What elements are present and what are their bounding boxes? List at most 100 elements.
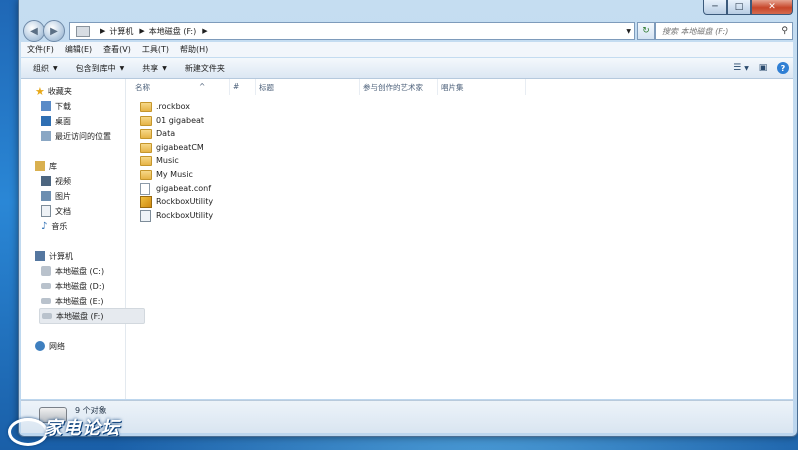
file-row[interactable]: gigabeatCM <box>140 141 204 154</box>
file-name: My Music <box>156 170 193 179</box>
nav-item-desktop[interactable]: 桌面 <box>41 114 125 128</box>
view-mode-button[interactable]: ☰ ▼ <box>733 61 749 75</box>
preview-pane-button[interactable]: ▣ <box>755 61 771 75</box>
file-row[interactable]: RockboxUtility <box>140 195 213 208</box>
computer-icon <box>35 251 45 261</box>
nav-network[interactable]: 网络 <box>35 339 125 353</box>
new-folder-label: 新建文件夹 <box>184 63 225 73</box>
search-icon[interactable]: ⚲ <box>781 26 788 36</box>
refresh-icon: ↻ <box>642 26 650 36</box>
drive-icon <box>41 298 51 304</box>
menu-tools[interactable]: 工具(T) <box>142 44 169 55</box>
menu-help[interactable]: 帮助(H) <box>180 44 208 55</box>
new-folder-button[interactable]: 新建文件夹 <box>185 63 225 74</box>
file-row[interactable]: My Music <box>140 168 193 181</box>
maximize-button[interactable]: □ <box>727 0 751 15</box>
music-icon: ♪ <box>41 220 48 232</box>
nav-item-downloads[interactable]: 下载 <box>41 99 125 113</box>
search-input[interactable] <box>660 25 776 37</box>
forward-arrow-icon: ▶ <box>50 25 58 37</box>
column-album[interactable]: 唱片集 <box>441 82 464 93</box>
column-divider[interactable] <box>359 79 360 95</box>
nav-item-drive-d[interactable]: 本地磁盘 (D:) <box>41 279 125 293</box>
forum-watermark: 家电论坛 <box>4 414 144 446</box>
nav-item-recent[interactable]: 最近访问的位置 <box>41 129 125 143</box>
column-artists[interactable]: 参与创作的艺术家 <box>363 82 423 93</box>
nav-item-videos[interactable]: 视频 <box>41 174 125 188</box>
column-divider[interactable] <box>229 79 230 95</box>
column-title[interactable]: 标题 <box>259 82 274 93</box>
menu-view[interactable]: 查看(V) <box>103 44 131 55</box>
column-header: ^ 名称 # 标题 参与创作的艺术家 唱片集 <box>129 79 793 96</box>
computer-icon <box>76 25 90 37</box>
documents-icon <box>41 205 51 217</box>
close-button[interactable]: ✕ <box>751 0 793 15</box>
address-bar[interactable]: ▶ 计算机 ▶ 本地磁盘 (F:) ▶ ▼ <box>69 22 635 40</box>
nav-item-label: 下载 <box>55 101 71 111</box>
drive-icon <box>41 266 51 276</box>
file-row[interactable]: Music <box>140 154 179 167</box>
column-number[interactable]: # <box>233 82 239 91</box>
file-name: gigabeatCM <box>156 143 204 152</box>
folder-icon <box>140 115 152 126</box>
folder-icon <box>140 169 152 180</box>
breadcrumb-separator-icon: ▶ <box>139 27 145 35</box>
nav-item-documents[interactable]: 文档 <box>41 204 125 218</box>
nav-favorites-label: 收藏夹 <box>47 86 72 96</box>
navigation-pane[interactable]: ★ 收藏夹 下载 桌面 最近访问的位置 库 视频 图片 文档 ♪ 音乐 计算机 本地… <box>21 79 145 399</box>
watermark-text: 家电论坛 <box>44 418 120 439</box>
column-name[interactable]: 名称 <box>135 82 150 93</box>
nav-item-drive-c[interactable]: 本地磁盘 (C:) <box>41 264 125 278</box>
file-list: ^ 名称 # 标题 参与创作的艺术家 唱片集 .rockbox 01 gigab… <box>129 79 793 399</box>
column-divider[interactable] <box>437 79 438 95</box>
breadcrumb-computer[interactable]: 计算机 <box>109 26 133 37</box>
chevron-down-icon: ▼ <box>744 64 749 72</box>
file-row[interactable]: RockboxUtility <box>140 209 213 222</box>
column-divider[interactable] <box>255 79 256 95</box>
nav-item-label: 文档 <box>55 206 71 216</box>
nav-network-label: 网络 <box>49 341 65 351</box>
nav-libraries[interactable]: 库 <box>35 159 125 173</box>
nav-computer[interactable]: 计算机 <box>35 249 125 263</box>
nav-item-drive-e[interactable]: 本地磁盘 (E:) <box>41 294 125 308</box>
nav-item-label: 最近访问的位置 <box>55 131 111 141</box>
recent-places-icon <box>41 131 51 141</box>
details-view-icon: ☰ <box>733 63 742 73</box>
refresh-button[interactable]: ↻ <box>637 22 655 40</box>
caption-buttons: ─ □ ✕ <box>703 0 793 15</box>
breadcrumb-drive-f[interactable]: 本地磁盘 (F:) <box>149 26 196 37</box>
preview-pane-icon: ▣ <box>758 63 768 73</box>
file-row[interactable]: 01 gigabeat <box>140 114 204 127</box>
share-button[interactable]: 共享 ▼ <box>142 63 167 74</box>
nav-item-music[interactable]: ♪ 音乐 <box>41 219 125 233</box>
settings-file-icon <box>140 209 151 222</box>
column-divider[interactable] <box>525 79 526 95</box>
help-button[interactable]: ? <box>777 62 789 74</box>
file-row[interactable]: gigabeat.conf <box>140 182 211 195</box>
nav-favorites[interactable]: ★ 收藏夹 <box>35 84 125 98</box>
menu-edit[interactable]: 编辑(E) <box>65 44 92 55</box>
drive-icon <box>41 283 51 289</box>
nav-item-label: 本地磁盘 (F:) <box>56 311 104 321</box>
address-dropdown-icon[interactable]: ▼ <box>626 28 631 35</box>
nav-item-pictures[interactable]: 图片 <box>41 189 125 203</box>
nav-libraries-label: 库 <box>49 161 57 171</box>
file-row[interactable]: .rockbox <box>140 100 190 113</box>
file-row[interactable]: Data <box>140 127 175 140</box>
minimize-button[interactable]: ─ <box>703 0 727 15</box>
nav-item-label: 本地磁盘 (D:) <box>55 281 105 291</box>
file-name: 01 gigabeat <box>156 116 205 125</box>
forward-button[interactable]: ▶ <box>43 20 65 42</box>
file-name: .rockbox <box>156 102 191 111</box>
file-name: Music <box>156 156 179 165</box>
share-label: 共享 <box>142 63 159 73</box>
menu-file[interactable]: 文件(F) <box>27 44 54 55</box>
include-in-library-button[interactable]: 包含到库中 ▼ <box>76 63 125 74</box>
organize-label: 组织 <box>33 63 49 73</box>
back-button[interactable]: ◀ <box>23 20 45 42</box>
nav-item-label: 桌面 <box>55 116 71 126</box>
content-area: ★ 收藏夹 下载 桌面 最近访问的位置 库 视频 图片 文档 ♪ 音乐 计算机 本地… <box>21 79 793 399</box>
breadcrumb-separator-icon: ▶ <box>202 27 208 35</box>
network-icon <box>35 341 45 351</box>
organize-button[interactable]: 组织 ▼ <box>33 63 58 74</box>
